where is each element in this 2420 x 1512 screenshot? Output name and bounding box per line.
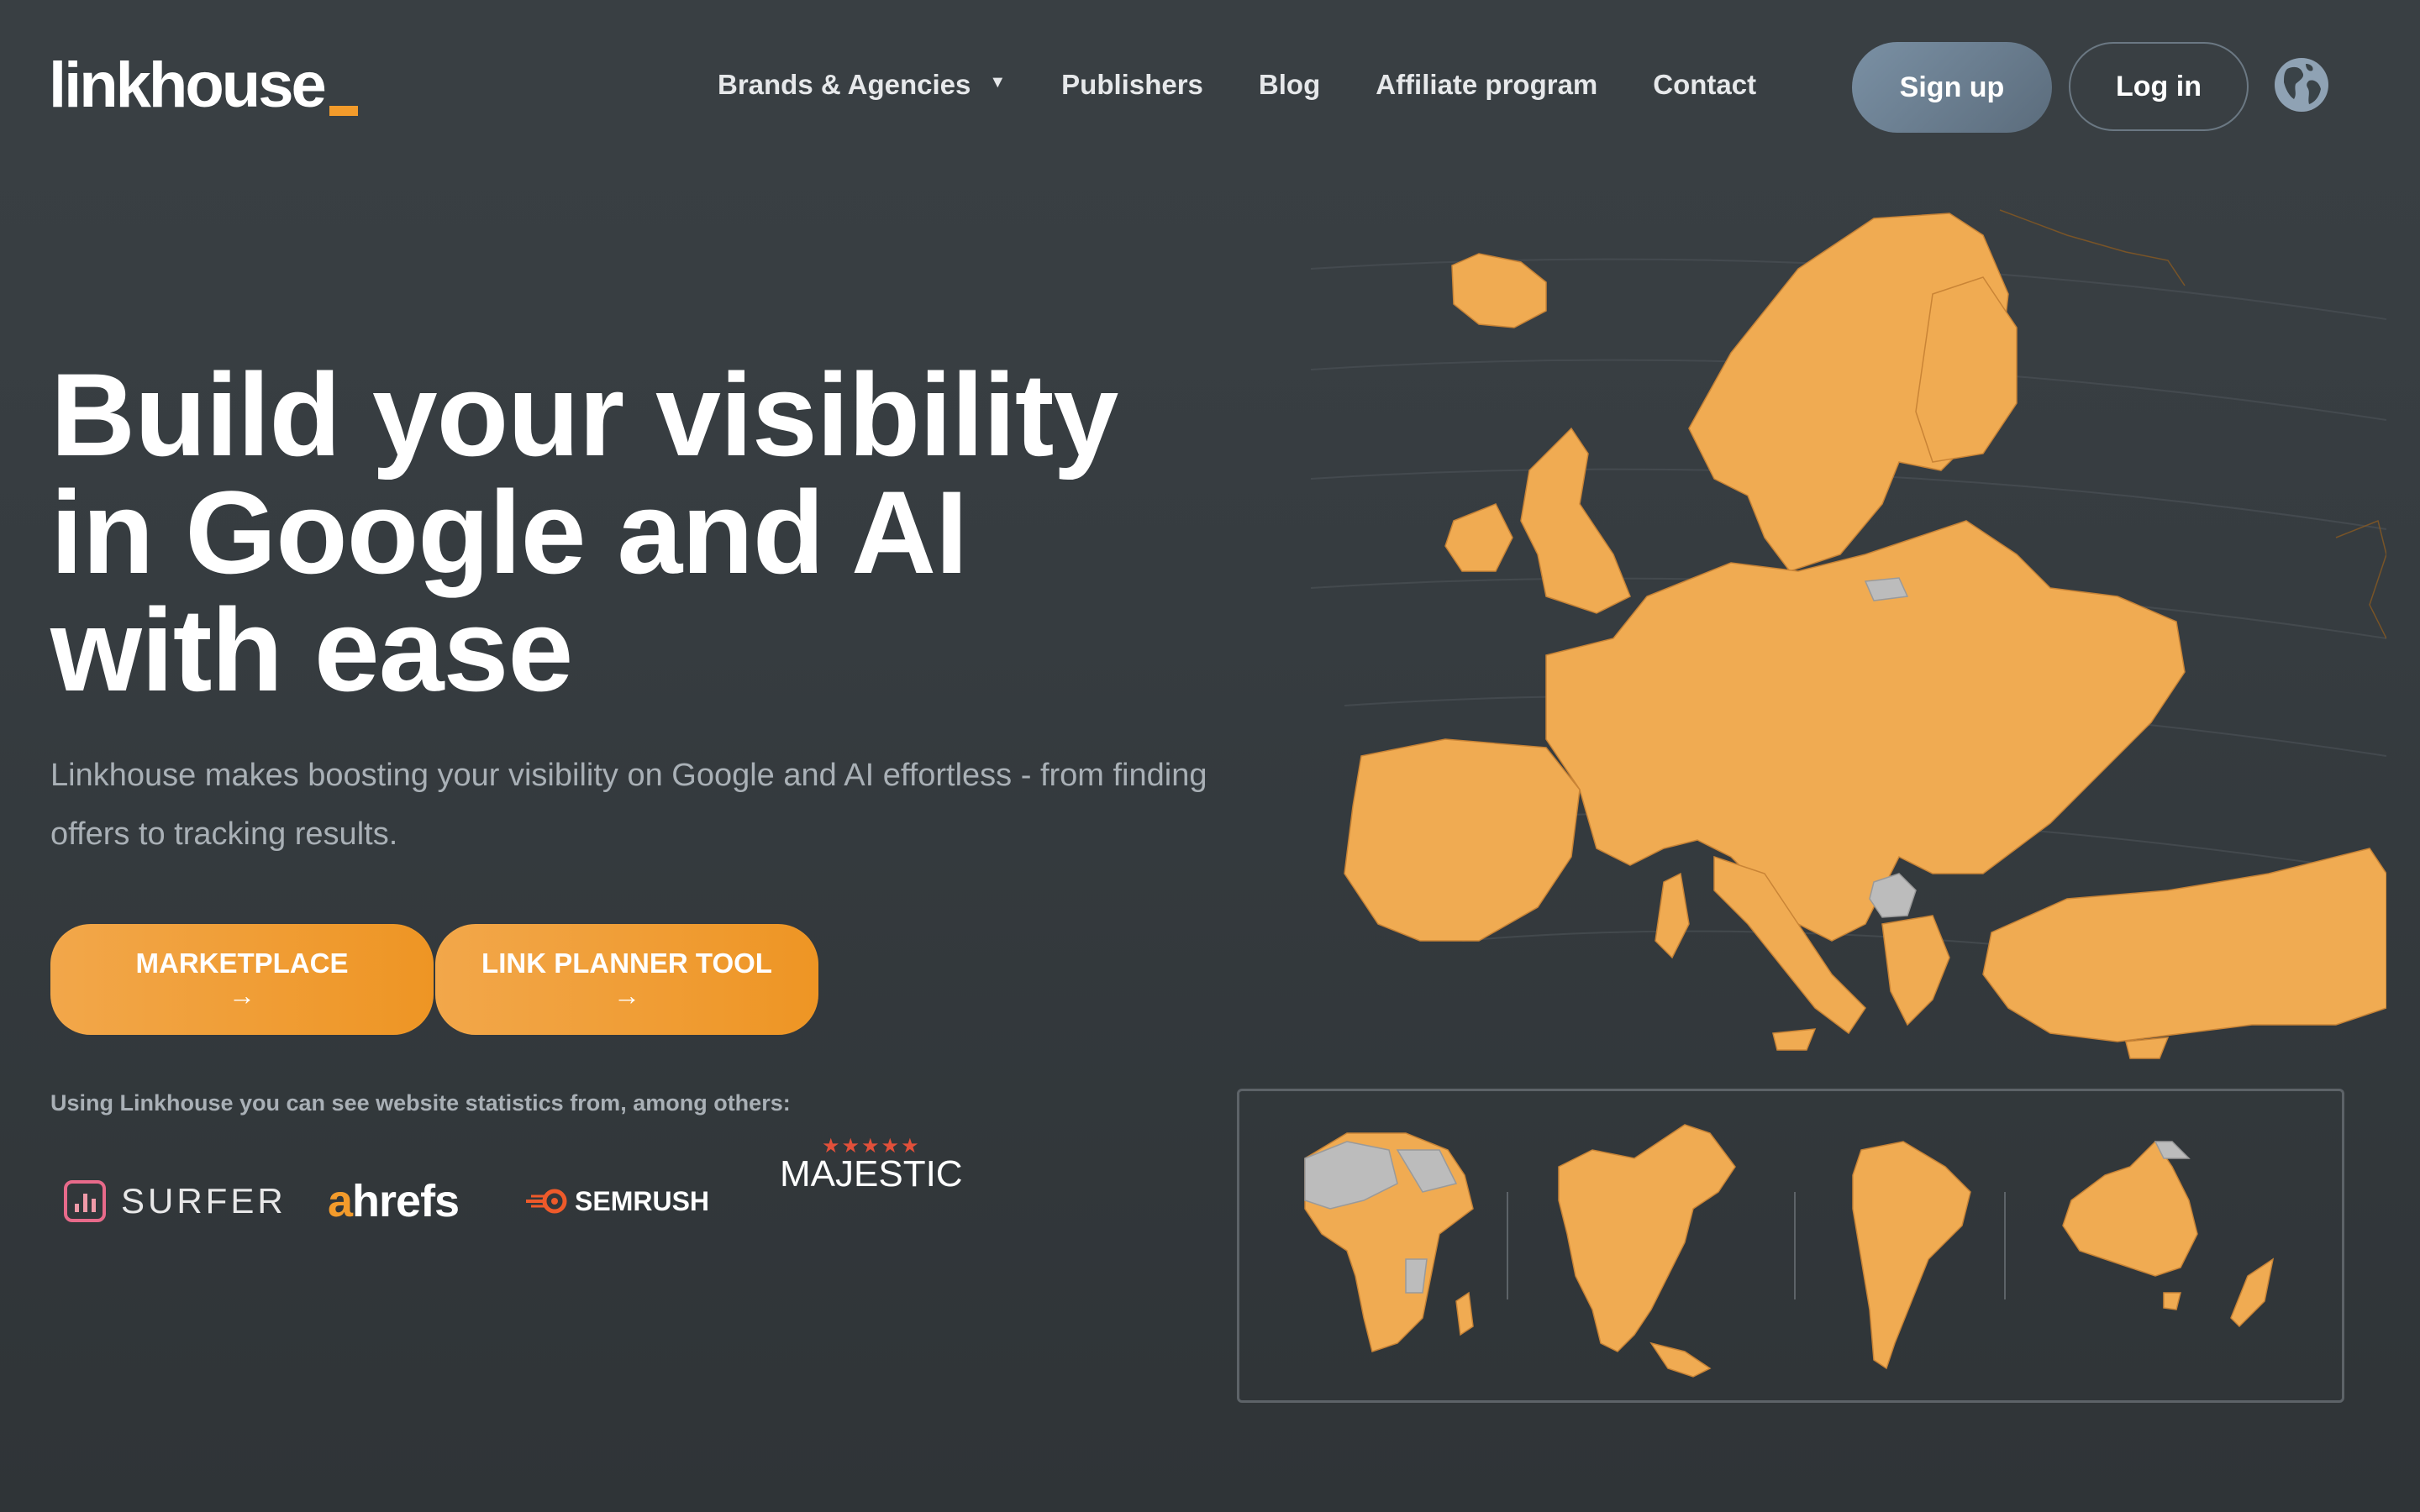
europe-countries <box>1344 213 2386 1059</box>
russia-outline <box>1999 209 2386 639</box>
main-nav: Brands & Agencies ▼ Publishers Blog Affi… <box>718 69 1812 101</box>
arrow-right-icon: → <box>229 980 255 1011</box>
login-button[interactable]: Log in <box>2069 42 2249 131</box>
majestic-logo: ★★★★★ MAJESTIC <box>780 1134 963 1218</box>
marketplace-button[interactable]: MARKETPLACE → <box>50 924 434 1035</box>
globe-icon[interactable] <box>2272 55 2331 114</box>
nav-label: Blog <box>1258 69 1321 100</box>
site-header: linkhouse Brands & Agencies ▼ Publishers… <box>0 0 2420 173</box>
semrush-logo: SEMRUSH <box>524 1159 709 1243</box>
panel-divider <box>1794 1192 1796 1299</box>
north-america-map[interactable] <box>1542 1091 1760 1400</box>
ahrefs-logo: ahrefs <box>328 1159 460 1243</box>
partner-name: SURFER <box>121 1181 287 1221</box>
nav-label: Publishers <box>1061 69 1203 100</box>
nav-label: Brands & Agencies <box>718 69 971 100</box>
panel-divider <box>1507 1192 1508 1299</box>
stats-sources-caption: Using Linkhouse you can see website stat… <box>50 1090 791 1116</box>
logo-text: linkhouse <box>49 50 327 121</box>
linkhouse-logo[interactable]: linkhouse <box>49 52 358 119</box>
ahrefs-wordmark: ahrefs <box>328 1176 460 1226</box>
arrow-right-icon: → <box>613 980 640 1011</box>
surfer-logo: SURFER <box>64 1159 287 1243</box>
headline-line: Build your visibility <box>50 349 1118 480</box>
south-america-map[interactable] <box>1828 1091 1996 1400</box>
europe-map <box>1310 209 2386 1059</box>
oceania-map[interactable] <box>2038 1091 2307 1400</box>
headline-line: in Google and AI <box>50 466 968 598</box>
caret-down-icon: ▼ <box>989 72 1007 92</box>
nav-item-contact[interactable]: Contact <box>1653 69 1756 101</box>
nav-item-blog[interactable]: Blog <box>1259 69 1320 101</box>
hero-subtitle: Linkhouse makes boosting your visibility… <box>50 758 1207 852</box>
hero-headline: Build your visibility in Google and AI w… <box>50 356 1227 709</box>
africa-map[interactable] <box>1288 1091 1498 1400</box>
partner-name: SEMRUSH <box>575 1185 710 1216</box>
link-planner-tool-button[interactable]: LINK PLANNER TOOL → <box>435 924 818 1035</box>
nav-item-affiliate-program[interactable]: Affiliate program <box>1376 69 1597 101</box>
nav-item-brands-agencies[interactable]: Brands & Agencies ▼ <box>718 69 1006 101</box>
cta-label: LINK PLANNER TOOL <box>481 948 772 979</box>
signup-button[interactable]: Sign up <box>1852 42 2052 133</box>
semrush-logo-icon <box>526 1189 567 1214</box>
nav-label: Contact <box>1653 69 1757 100</box>
nav-item-publishers[interactable]: Publishers <box>1061 69 1203 101</box>
surfer-logo-icon <box>64 1180 106 1222</box>
cta-label: MARKETPLACE <box>135 948 349 979</box>
headline-line: with ease <box>50 584 573 716</box>
nav-label: Affiliate program <box>1376 69 1598 100</box>
logo-cursor-mark <box>329 106 358 116</box>
continent-selector-panel <box>1237 1089 2344 1403</box>
panel-divider <box>2004 1192 2006 1299</box>
partner-name: MAJESTIC <box>780 1153 963 1194</box>
